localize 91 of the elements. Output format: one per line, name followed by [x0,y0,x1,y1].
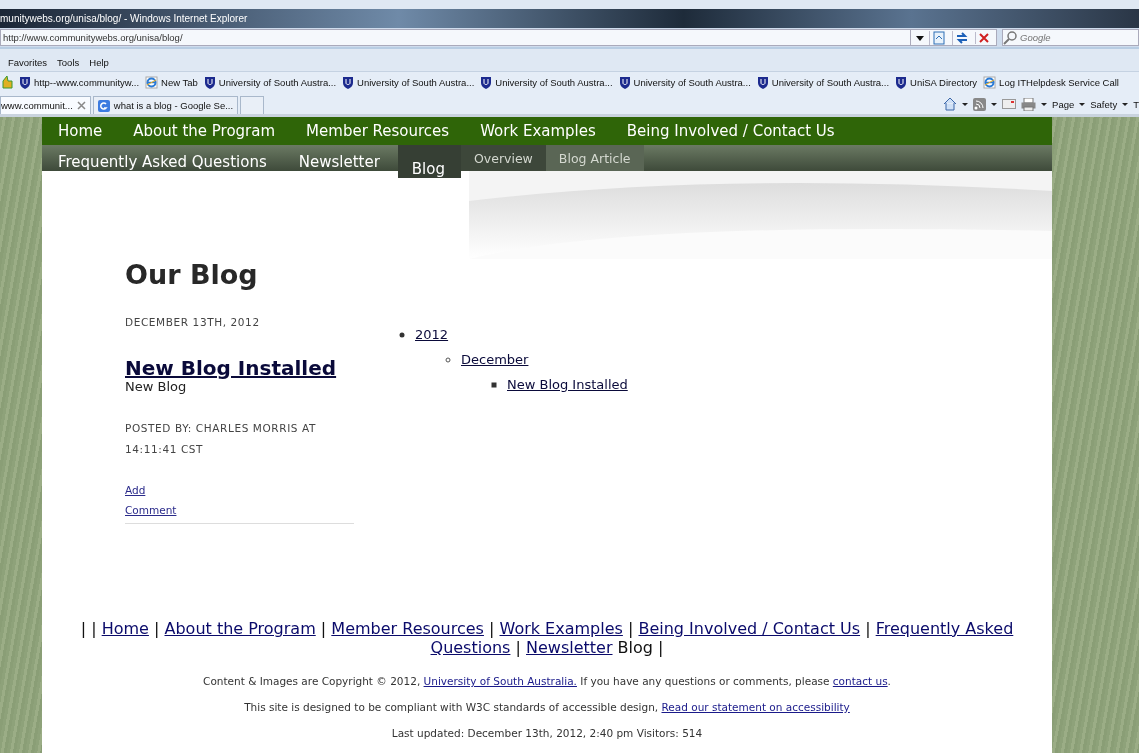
footer-separator: | [489,619,495,638]
footer-link[interactable]: contact us [832,675,888,687]
favorite-link[interactable]: New Tab [145,75,198,89]
command-button[interactable]: T [1133,98,1139,110]
footer-link[interactable]: Being Involved / Contact Us [638,619,861,638]
arrows-icon [955,30,969,45]
footer-link[interactable]: Read our statement on accessibility [661,701,850,713]
footer-text: Content & Images are Copyright © 2012, University of South Australia. If you have any questions or comments, please contact us. [203,675,891,687]
nav-link[interactable]: Home [58,122,103,140]
caret-icon[interactable] [1041,102,1048,106]
bullet-icon [399,331,405,338]
post-date: DECEMBER 13TH, 2012 [125,315,260,330]
post-byline: POSTED BY: CHARLES MORRIS AT 14:11:41 CST [125,421,318,457]
post-title-link[interactable]: New Blog Installed [125,357,337,379]
footer-link[interactable]: About the Program [164,619,316,638]
shield-icon [756,75,769,89]
favorite-link[interactable]: http--www.communityw... [19,75,140,89]
close-icon[interactable] [76,101,86,110]
favorite-link[interactable]: University of South Austra... [480,75,613,89]
nav-link[interactable]: Frequently Asked Questions [58,145,282,171]
comment-link[interactable]: Add Comment [125,480,185,520]
browser-tab[interactable]: www.communit... [0,96,91,114]
footer-text: This site is designed to be compliant with W3C standards of accessible design, Read our statement on accessibility [244,701,850,713]
g-icon [97,99,110,112]
circle-bullet-icon [445,356,451,363]
menu-item[interactable]: Help [89,57,109,68]
shield-icon [19,75,31,89]
shield-icon [618,75,631,89]
nav-link[interactable]: Newsletter [298,145,395,171]
favorite-link[interactable]: University of South Austra... [756,75,890,89]
close-icon [978,31,990,44]
menu-item[interactable]: Tools [57,57,80,68]
address-field[interactable]: http://www.communitywebs.org/unisa/blog/ [0,29,911,46]
footer-link[interactable]: University of South Australia. [423,675,577,687]
footer-separator: | [515,638,521,657]
page-icon [932,30,946,45]
archive-link[interactable]: New Blog Installed [507,377,628,392]
footer-link[interactable]: Questions [430,638,511,657]
shield-icon [895,75,908,89]
home-icon[interactable] [943,97,958,111]
square-bullet-icon [491,381,497,388]
shield-icon [203,75,216,89]
shield-icon [480,75,493,89]
favorite-link[interactable]: University of South Austra... [618,75,751,89]
globe-e-icon [145,75,159,89]
footer-link[interactable]: Frequently Asked [875,619,1014,638]
footer-separator: | [80,619,87,638]
menu-item[interactable]: Favorites [8,57,48,68]
page-heading: Our Blog [125,259,259,290]
section-tab[interactable]: Blog Article [545,145,644,171]
command-button[interactable]: Page [1052,98,1075,110]
footer-text: Last updated: December 13th, 2012, 2:40 pm Visitors: 514 [391,727,703,739]
search-icon [1003,30,1017,45]
footer-separator: Blog | [617,638,664,657]
footer-link[interactable]: Work Examples [499,619,623,638]
shield-icon [342,75,355,89]
post-summary: New Blog [125,379,187,394]
favorite-link[interactable]: UniSA Directory [895,75,978,89]
footer-link[interactable]: Member Resources [331,619,484,638]
command-button[interactable]: Safety [1090,98,1118,110]
nav-link[interactable]: Being Involved / Contact Us [626,122,835,140]
caret-icon[interactable] [1122,102,1129,106]
search-field[interactable]: Google [1017,32,1133,43]
footer-separator: | [627,619,634,638]
search-box[interactable]: Google [1002,29,1139,46]
stop-button[interactable] [975,31,992,44]
printer-icon[interactable] [1021,97,1037,111]
section-tab[interactable]: Overview [461,145,546,171]
browser-tab[interactable]: what is a blog - Google Se... [92,96,239,114]
footer-separator: | [154,619,160,638]
nav-link[interactable]: Member Resources [306,122,450,140]
compatibility-button[interactable] [929,30,948,45]
caret-icon[interactable] [991,102,998,106]
mail-icon[interactable] [1002,99,1017,109]
nav-link[interactable]: Work Examples [480,122,596,140]
archive-link[interactable]: December [461,352,529,367]
footer-separator: | [320,619,327,638]
globe-e-icon [983,75,997,89]
footer-separator: | [865,619,871,638]
caret-icon[interactable] [1079,102,1086,106]
nav-link[interactable]: About the Program [133,122,276,140]
favorite-link[interactable]: University of South Austra... [342,75,475,89]
footer-link[interactable]: Home [101,619,149,638]
nav-link[interactable]: Blog [397,145,461,178]
archive-link[interactable]: 2012 [415,327,449,342]
caret-icon[interactable] [962,102,969,106]
window-title: munitywebs.org/unisa/blog/ - Windows Internet Explorer [0,13,248,24]
favorite-link[interactable]: University of South Austra... [203,75,337,89]
footer-separator: | [91,619,97,638]
footer-link[interactable]: Newsletter [526,638,613,657]
favorite-link[interactable]: Log ITHelpdesk Service Call [983,75,1119,89]
